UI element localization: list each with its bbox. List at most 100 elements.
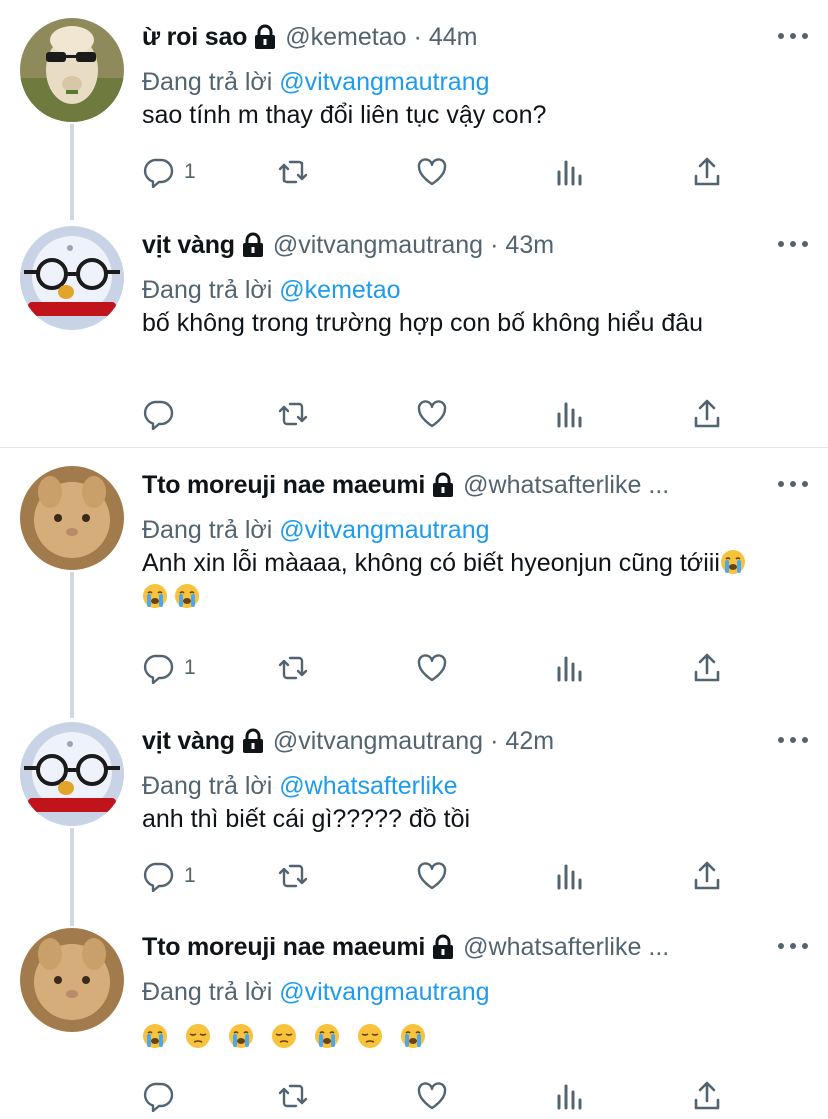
replying-to-label: Đang trả lời: [142, 772, 273, 800]
avatar-bunny[interactable]: [20, 928, 124, 1032]
display-name[interactable]: Tto moreuji nae maeumi: [142, 933, 425, 962]
reply-button[interactable]: [142, 1076, 174, 1116]
more-icon[interactable]: [778, 472, 808, 496]
reply-count: 1: [184, 160, 196, 183]
analytics-icon: [557, 160, 582, 186]
timestamp[interactable]: 43m: [505, 231, 554, 260]
tweet-actions: 1: [142, 648, 742, 688]
analytics-button[interactable]: [554, 394, 586, 434]
reply-icon: [143, 862, 174, 892]
share-icon: [694, 653, 720, 682]
reply-count: 1: [184, 864, 196, 887]
avatar-alpaca[interactable]: [20, 18, 124, 122]
tweet[interactable]: ừ roi sao @kemetao · 44m Đang trả lời @v…: [0, 18, 828, 208]
timestamp[interactable]: 42m: [505, 727, 554, 756]
like-button[interactable]: [416, 1076, 448, 1116]
share-icon: [694, 861, 720, 890]
reply-button[interactable]: [142, 394, 184, 434]
tweet-text: Anh xin lỗi màaaa, không có biết hyeonju…: [142, 546, 772, 614]
loudly-crying-emoji: [174, 583, 200, 609]
analytics-icon: [557, 1084, 582, 1110]
mention-link[interactable]: @vitvangmautrang: [279, 68, 489, 96]
like-button[interactable]: [416, 648, 448, 688]
user-handle[interactable]: @whatsafterlike: [463, 933, 641, 962]
timestamp[interactable]: 44m: [429, 23, 478, 52]
share-button[interactable]: [691, 1076, 723, 1116]
more-icon[interactable]: [778, 934, 808, 958]
display-name[interactable]: Tto moreuji nae maeumi: [142, 471, 425, 500]
tweet-actions: 1: [142, 152, 742, 192]
like-button[interactable]: [416, 394, 448, 434]
replying-to: Đang trả lời @vitvangmautrang: [142, 516, 490, 545]
retweet-button[interactable]: [277, 648, 309, 688]
mention-link[interactable]: @vitvangmautrang: [279, 516, 489, 544]
retweet-button[interactable]: [277, 152, 309, 192]
meta-separator: ·: [490, 230, 499, 259]
retweet-button[interactable]: [277, 856, 309, 896]
loudly-crying-emoji: [142, 1023, 168, 1049]
meta-separator: ...: [648, 470, 670, 499]
like-button[interactable]: [416, 856, 448, 896]
user-handle[interactable]: @vitvangmautrang: [273, 727, 483, 756]
lock-icon: [253, 24, 277, 50]
share-icon: [694, 157, 720, 186]
more-icon[interactable]: [778, 24, 808, 48]
replying-to: Đang trả lời @whatsafterlike: [142, 772, 458, 801]
avatar-bunny[interactable]: [20, 466, 124, 570]
analytics-button[interactable]: [554, 856, 586, 896]
reply-icon: [143, 654, 174, 684]
mention-link[interactable]: @kemetao: [279, 276, 400, 304]
display-name[interactable]: vịt vàng: [142, 231, 235, 260]
tweet-text-content: Anh xin lỗi màaaa, không có biết hyeonju…: [142, 549, 720, 577]
like-button[interactable]: [416, 152, 448, 192]
heart-icon: [417, 400, 447, 428]
heart-icon: [417, 654, 447, 682]
tweet[interactable]: vịt vàng @vitvangmautrang · 42m Đang trả…: [0, 722, 828, 912]
tweet-actions: [142, 1076, 742, 1116]
avatar-duck[interactable]: [20, 722, 124, 826]
replying-to: Đang trả lời @vitvangmautrang: [142, 68, 490, 97]
retweet-icon: [278, 402, 308, 426]
retweet-button[interactable]: [277, 1076, 309, 1116]
avatar-duck[interactable]: [20, 226, 124, 330]
retweet-button[interactable]: [277, 394, 309, 434]
replying-to-label: Đang trả lời: [142, 68, 273, 96]
tweet[interactable]: Tto moreuji nae maeumi @whatsafterlike .…: [0, 466, 828, 706]
retweet-icon: [278, 1084, 308, 1108]
reply-button[interactable]: 1: [142, 648, 196, 688]
more-icon[interactable]: [778, 728, 808, 752]
reply-button[interactable]: 1: [142, 152, 196, 192]
user-handle[interactable]: @whatsafterlike: [463, 471, 641, 500]
thread-divider: [0, 447, 828, 448]
share-button[interactable]: [691, 856, 723, 896]
share-icon: [694, 399, 720, 428]
replying-to: Đang trả lời @vitvangmautrang: [142, 978, 490, 1007]
display-name[interactable]: vịt vàng: [142, 727, 235, 756]
analytics-button[interactable]: [554, 152, 586, 192]
retweet-icon: [278, 864, 308, 888]
loudly-crying-emoji: [400, 1023, 426, 1049]
heart-icon: [417, 862, 447, 890]
replying-to-label: Đang trả lời: [142, 978, 273, 1006]
share-button[interactable]: [691, 648, 723, 688]
heart-icon: [417, 1082, 447, 1110]
share-button[interactable]: [691, 152, 723, 192]
loudly-crying-emoji: [228, 1023, 254, 1049]
loudly-crying-emoji: [720, 549, 746, 575]
display-name[interactable]: ừ roi sao: [142, 23, 247, 52]
mention-link[interactable]: @vitvangmautrang: [279, 978, 489, 1006]
user-handle[interactable]: @vitvangmautrang: [273, 231, 483, 260]
tweet[interactable]: vịt vàng @vitvangmautrang · 43m Đang trả…: [0, 226, 828, 446]
user-handle[interactable]: @kemetao: [285, 23, 406, 52]
reply-button[interactable]: 1: [142, 856, 196, 896]
reply-icon: [143, 400, 174, 430]
share-button[interactable]: [691, 394, 723, 434]
analytics-button[interactable]: [554, 1076, 586, 1116]
analytics-button[interactable]: [554, 648, 586, 688]
lock-icon: [241, 728, 265, 754]
analytics-icon: [557, 402, 582, 428]
tweet[interactable]: Tto moreuji nae maeumi @whatsafterlike .…: [0, 928, 828, 1119]
tweet-text: bố không trong trường hợp con bố không h…: [142, 309, 704, 337]
more-icon[interactable]: [778, 232, 808, 256]
mention-link[interactable]: @whatsafterlike: [279, 772, 457, 800]
